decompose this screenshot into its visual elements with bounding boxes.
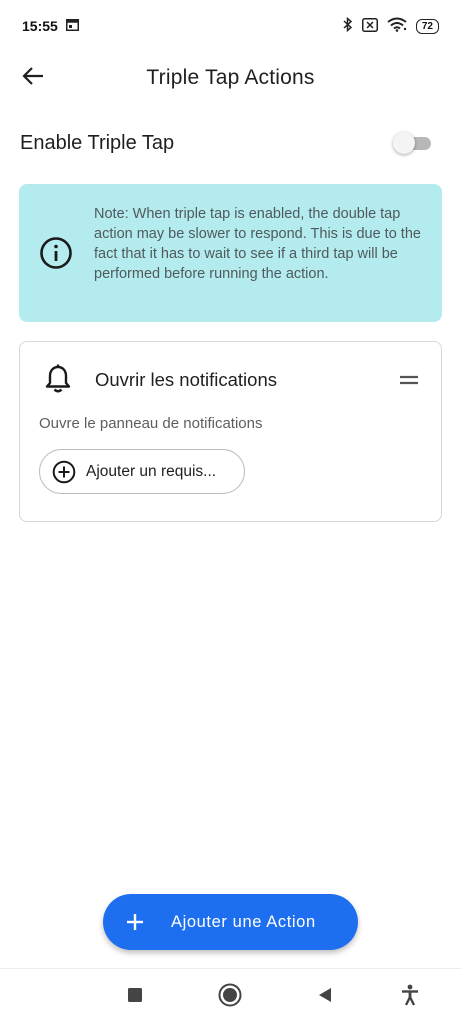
status-time: 15:55 [22,18,58,34]
page-title: Triple Tap Actions [146,66,315,89]
action-title: Ouvrir les notifications [95,369,277,390]
back-nav-button[interactable] [313,985,337,1009]
enable-triple-tap-row: Enable Triple Tap [20,122,431,164]
recents-square-icon [127,987,143,1008]
info-icon [39,236,73,270]
status-bar: 15:55 72 [0,0,461,52]
calendar-icon [65,18,79,34]
bluetooth-icon [343,16,353,35]
home-button[interactable] [218,983,242,1012]
status-left: 15:55 [22,18,79,34]
action-card[interactable]: Ouvrir les notifications Ouvre le pannea… [19,341,442,522]
add-requirement-button[interactable]: Ajouter un requis... [39,449,245,494]
toggle-thumb [393,132,415,154]
enable-triple-tap-label: Enable Triple Tap [20,131,175,154]
add-action-button[interactable]: Ajouter une Action [103,894,358,950]
bell-icon [44,364,72,394]
system-nav-bar [0,968,461,1025]
status-right: 72 [343,16,439,35]
back-triangle-icon [317,987,333,1008]
battery-icon: 72 [415,18,439,34]
home-circle-icon [218,983,242,1012]
action-description: Ouvre le panneau de notifications [39,415,263,432]
accessibility-button[interactable] [398,984,422,1011]
wifi-icon [387,17,407,35]
sim-off-icon [361,17,378,35]
add-circle-icon [52,460,76,484]
add-requirement-label: Ajouter un requis... [86,462,217,480]
accessibility-icon [400,984,420,1011]
add-action-label: Ajouter une Action [171,912,316,931]
plus-icon [125,912,145,932]
app-bar: Triple Tap Actions [0,52,461,104]
recents-button[interactable] [123,985,147,1009]
drag-handle-icon[interactable] [399,373,419,387]
enable-triple-tap-toggle[interactable] [393,132,431,154]
note-text: Note: When triple tap is enabled, the do… [94,206,421,282]
note-card: Note: When triple tap is enabled, the do… [19,184,442,322]
